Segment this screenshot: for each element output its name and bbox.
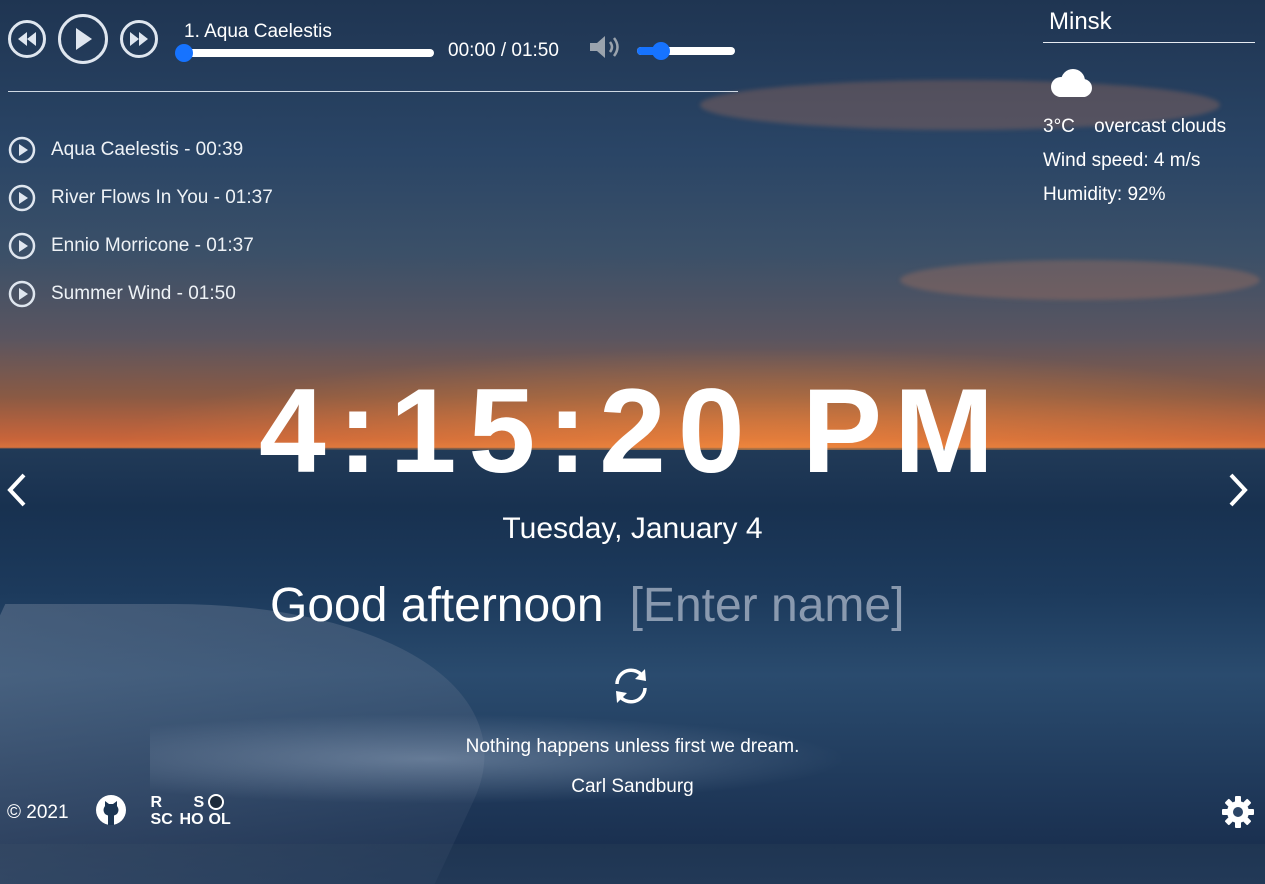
cloud-band — [900, 260, 1260, 300]
play-circle-icon — [8, 184, 36, 212]
playlist: Aqua Caelestis - 00:39 River Flows In Yo… — [8, 126, 273, 318]
footer: © 2021 R S SC HO OL — [7, 794, 235, 832]
humidity: Humidity: 92% — [1043, 184, 1166, 205]
play-circle-icon — [8, 136, 36, 164]
fast-forward-button[interactable] — [120, 19, 158, 58]
track-area: 1. Aqua Caelestis — [175, 20, 434, 62]
github-icon — [95, 795, 126, 825]
audio-player: 1. Aqua Caelestis 00:00 / 01:50 — [8, 12, 738, 92]
volume-icon — [589, 36, 619, 58]
logo-letter: HO — [179, 811, 204, 828]
fast-forward-icon — [130, 31, 148, 46]
logo-letter: OL — [208, 811, 231, 828]
js-badge-icon — [207, 794, 224, 810]
track-time: 00:00 / 01:50 — [448, 39, 559, 61]
playlist-item-label: River Flows In You - 01:37 — [51, 187, 273, 208]
rewind-icon — [18, 31, 36, 46]
logo-letter: R — [150, 794, 163, 811]
greeting-row: Good afternoon — [270, 578, 950, 633]
weather-temp-row: 3°C overcast clouds — [1043, 116, 1255, 138]
settings-button[interactable] — [1221, 795, 1255, 834]
play-circle-icon — [8, 232, 36, 260]
rs-school-logo[interactable]: R S SC HO OL — [150, 794, 235, 831]
cloud-icon — [1051, 69, 1092, 97]
github-link[interactable] — [95, 794, 127, 832]
progress-thumb[interactable] — [175, 43, 193, 62]
clock-time: 4:15:20 PM — [259, 364, 1006, 498]
wind-speed: Wind speed: 4 m/s — [1043, 150, 1201, 171]
play-button[interactable] — [58, 13, 108, 64]
name-input[interactable] — [629, 578, 950, 633]
refresh-icon — [615, 668, 647, 704]
gear-icon — [1222, 796, 1254, 828]
quote-text: Nothing happens unless first we dream. — [465, 736, 800, 757]
clock-date: Tuesday, January 4 — [502, 512, 763, 545]
playlist-item-label: Ennio Morricone - 01:37 — [51, 235, 254, 256]
play-icon — [76, 27, 92, 50]
playlist-item[interactable]: Aqua Caelestis - 00:39 — [8, 126, 273, 174]
playlist-item-label: Aqua Caelestis - 00:39 — [51, 139, 244, 160]
current-track-title: 1. Aqua Caelestis — [184, 20, 332, 42]
copyright: © 2021 — [7, 802, 69, 823]
play-circle-icon — [8, 280, 36, 308]
rewind-button[interactable] — [8, 19, 46, 58]
player-controls: 1. Aqua Caelestis 00:00 / 01:50 — [8, 12, 738, 65]
greeting-text: Good afternoon — [270, 579, 604, 632]
temperature: 3°C — [1043, 116, 1075, 137]
volume-area — [636, 41, 735, 60]
playlist-item[interactable]: Summer Wind - 01:50 — [8, 270, 273, 318]
change-quote-button[interactable] — [609, 664, 653, 713]
volume-thumb[interactable] — [652, 41, 671, 60]
progress-slider[interactable] — [175, 43, 434, 62]
weather-icon-wrap — [1045, 67, 1255, 104]
mute-button[interactable] — [589, 34, 623, 65]
weather-widget: Minsk 3°C overcast clouds Wind speed: 4 … — [1043, 8, 1255, 206]
playlist-item[interactable]: River Flows In You - 01:37 — [8, 174, 273, 222]
volume-slider[interactable] — [636, 41, 735, 60]
playlist-item[interactable]: Ennio Morricone - 01:37 — [8, 222, 273, 270]
player-divider — [8, 91, 738, 92]
playlist-item-label: Summer Wind - 01:50 — [51, 283, 236, 304]
logo-letter: SC — [150, 811, 173, 828]
logo-letter: S — [193, 794, 205, 811]
weather-description: overcast clouds — [1094, 116, 1227, 137]
city-input[interactable]: Minsk — [1043, 8, 1255, 43]
